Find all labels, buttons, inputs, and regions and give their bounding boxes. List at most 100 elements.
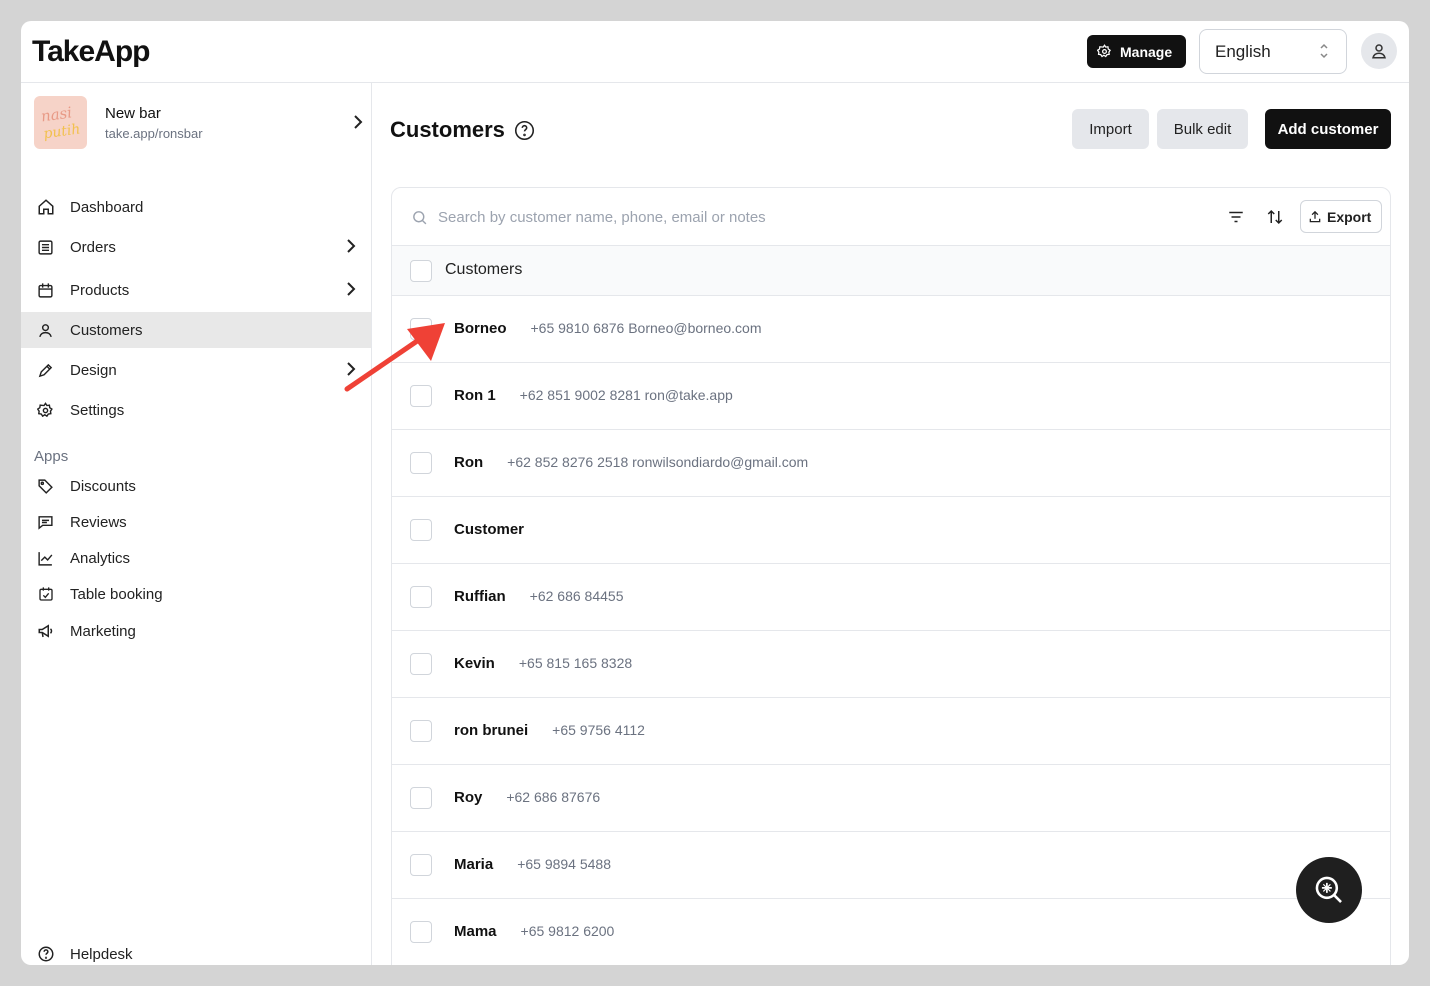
export-label: Export xyxy=(1327,208,1372,225)
sidebar-item-helpdesk[interactable]: Helpdesk xyxy=(21,936,371,965)
sidebar-item-label: Customers xyxy=(70,321,143,339)
customer-contact: +65 9812 6200 xyxy=(520,923,615,939)
sidebar-item-analytics[interactable]: Analytics xyxy=(21,540,371,576)
row-checkbox[interactable] xyxy=(410,452,432,474)
table-row[interactable]: Ron 1 +62 851 9002 8281 ron@take.app xyxy=(392,363,1390,430)
table-toolbar: Export xyxy=(392,188,1390,246)
row-checkbox[interactable] xyxy=(410,586,432,608)
row-checkbox[interactable] xyxy=(410,787,432,809)
table-row[interactable]: Ruffian +62 686 84455 xyxy=(392,564,1390,631)
table-header: Customers xyxy=(392,246,1390,296)
customer-name: Ron xyxy=(454,454,484,471)
pen-icon xyxy=(38,363,53,377)
customer-name: ron brunei xyxy=(454,722,529,739)
customer-contact: +62 852 8276 2518 ronwilsondiardo@gmail.… xyxy=(507,454,809,470)
sidebar-item-label: Orders xyxy=(70,238,116,256)
sidebar-item-label: Table booking xyxy=(70,585,163,603)
customer-contact: +65 9810 6876 Borneo@borneo.com xyxy=(530,320,762,336)
table-row[interactable]: Roy +62 686 87676 xyxy=(392,765,1390,832)
filter-icon[interactable] xyxy=(1227,208,1245,226)
sidebar-item-orders[interactable]: Orders xyxy=(21,229,371,265)
sort-icon[interactable] xyxy=(1266,208,1284,226)
page-title-text: Customers xyxy=(390,117,505,142)
customer-name: Borneo xyxy=(454,320,507,337)
gear-icon xyxy=(1097,44,1111,58)
chevron-right-icon xyxy=(347,239,356,253)
sidebar-item-dashboard[interactable]: Dashboard xyxy=(21,189,371,225)
assistant-button[interactable] xyxy=(1296,857,1362,923)
store-url: take.app/ronsbar xyxy=(105,126,203,141)
manage-button[interactable]: Manage xyxy=(1087,35,1186,68)
sidebar-item-label: Analytics xyxy=(70,549,131,567)
sidebar-item-discounts[interactable]: Discounts xyxy=(21,468,371,504)
customer-name: Kevin xyxy=(454,655,495,672)
add-customer-button[interactable]: Add customer xyxy=(1265,109,1391,149)
language-value: English xyxy=(1215,41,1271,61)
row-checkbox[interactable] xyxy=(410,519,432,541)
top-bar: TakeApp Manage English xyxy=(21,21,1409,83)
orders-icon xyxy=(38,239,53,255)
store-name: New bar xyxy=(105,105,161,122)
chevron-up-down-icon xyxy=(1320,43,1328,59)
customer-contact: +65 815 165 8328 xyxy=(518,655,633,671)
customer-name: Customer xyxy=(454,521,525,538)
language-select[interactable]: English xyxy=(1199,29,1347,74)
user-icon xyxy=(39,323,52,337)
store-switcher[interactable]: nasi putih New bar take.app/ronsbar xyxy=(34,96,364,150)
gear-icon xyxy=(37,401,53,417)
page-title: Customers xyxy=(390,117,535,143)
customer-contact: +62 851 9002 8281 ron@take.app xyxy=(519,387,733,403)
bulk-edit-button[interactable]: Bulk edit xyxy=(1157,109,1248,149)
box-icon xyxy=(38,282,53,298)
user-icon xyxy=(1372,44,1386,59)
sidebar-item-settings[interactable]: Settings xyxy=(21,392,371,428)
user-avatar[interactable] xyxy=(1361,33,1397,69)
customer-contact: +65 9894 5488 xyxy=(517,856,612,872)
sidebar-item-label: Products xyxy=(70,281,130,299)
row-checkbox[interactable] xyxy=(410,854,432,876)
select-all-checkbox[interactable] xyxy=(410,260,432,282)
ai-search-icon xyxy=(1315,876,1342,903)
megaphone-icon xyxy=(38,624,52,638)
help-icon[interactable] xyxy=(514,120,535,141)
sidebar-item-label: Discounts xyxy=(70,477,136,495)
sidebar-item-label: Dashboard xyxy=(70,198,144,216)
apps-section-label: Apps xyxy=(34,448,69,465)
row-checkbox[interactable] xyxy=(410,720,432,742)
sidebar-item-reviews[interactable]: Reviews xyxy=(21,504,371,540)
search-icon xyxy=(413,211,427,225)
table-row[interactable]: Borneo +65 9810 6876 Borneo@borneo.com xyxy=(392,296,1390,363)
customer-contact: +62 686 84455 xyxy=(529,588,624,604)
import-button[interactable]: Import xyxy=(1072,109,1149,149)
sidebar-item-customers[interactable]: Customers xyxy=(21,312,371,348)
customer-name: Maria xyxy=(454,856,494,873)
sidebar-item-table-booking[interactable]: Table booking xyxy=(21,576,371,612)
customers-table: Export Customers Borneo +65 9810 6876 Bor… xyxy=(391,187,1391,965)
manage-label: Manage xyxy=(1120,43,1173,60)
customer-contact: +62 686 87676 xyxy=(506,789,601,805)
sidebar-item-products[interactable]: Products xyxy=(21,272,371,308)
main-content: Customers Import Bulk edit Add customer … xyxy=(373,83,1409,965)
app-window: TakeApp Manage English nasi putih New bar… xyxy=(21,21,1409,965)
search-input[interactable] xyxy=(438,204,1198,230)
sidebar-item-label: Settings xyxy=(70,401,125,419)
customer-name: Ron 1 xyxy=(454,387,496,404)
sidebar-item-design[interactable]: Design xyxy=(21,352,371,388)
table-row[interactable]: Ron +62 852 8276 2518 ronwilsondiardo@gma… xyxy=(392,430,1390,497)
table-row[interactable]: Kevin +65 815 165 8328 xyxy=(392,631,1390,698)
table-row[interactable]: Mama +65 9812 6200 xyxy=(392,899,1390,965)
table-row[interactable]: Customer xyxy=(392,497,1390,564)
row-checkbox[interactable] xyxy=(410,653,432,675)
sidebar-item-label: Marketing xyxy=(70,622,136,640)
table-row[interactable]: ron brunei +65 9756 4112 xyxy=(392,698,1390,765)
app-logo[interactable]: TakeApp xyxy=(32,35,150,69)
table-row[interactable]: Maria +65 9894 5488 xyxy=(392,832,1390,899)
chevron-right-icon xyxy=(347,282,356,296)
row-checkbox[interactable] xyxy=(410,921,432,943)
customer-contact: +65 9756 4112 xyxy=(552,722,645,738)
store-logo: nasi putih xyxy=(34,96,87,149)
sidebar-item-marketing[interactable]: Marketing xyxy=(21,613,371,649)
export-button[interactable]: Export xyxy=(1300,200,1382,233)
sidebar-item-label: Helpdesk xyxy=(70,945,133,963)
calendar-icon xyxy=(38,587,53,601)
